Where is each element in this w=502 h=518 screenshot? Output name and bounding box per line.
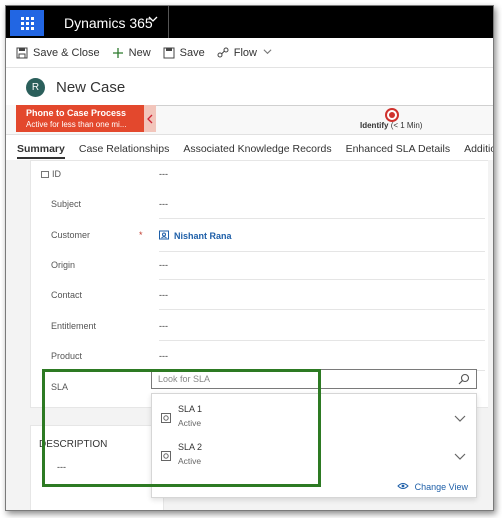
chevron-down-icon[interactable] [454, 448, 466, 460]
eye-icon [396, 482, 409, 492]
customer-input[interactable]: Nishant Rana [159, 230, 485, 252]
flow-button[interactable]: Flow [217, 47, 272, 59]
id-label: ID [41, 169, 61, 179]
field-id: ID --- [31, 161, 489, 191]
contact-card-icon [159, 230, 169, 242]
entitlement-label: Entitlement [51, 321, 97, 331]
process-collapse-button[interactable] [144, 105, 156, 132]
stage-label[interactable]: Identify (< 1 Min) [360, 121, 422, 130]
flow-icon [217, 47, 229, 59]
origin-input[interactable]: --- [159, 260, 485, 280]
field-customer: Customer * Nishant Rana [31, 222, 489, 252]
save-close-label: Save & Close [33, 46, 100, 59]
form-scrollbar[interactable] [488, 160, 492, 510]
nav-divider [168, 6, 169, 38]
process-status: Active for less than one mi... [26, 120, 127, 129]
record-avatar: R [26, 78, 45, 97]
chevron-left-icon [147, 114, 153, 123]
contact-label: Contact [51, 290, 83, 300]
product-input[interactable]: --- [159, 351, 485, 371]
id-icon [41, 170, 49, 178]
product-label: Product [51, 351, 83, 361]
app-title[interactable]: Dynamics 365 [64, 15, 153, 31]
record-header: R New Case [6, 69, 493, 105]
contact-input[interactable]: --- [159, 290, 485, 310]
field-subject: Subject --- [31, 191, 489, 221]
id-value: --- [159, 169, 168, 179]
customer-value: Nishant Rana [174, 231, 232, 241]
field-contact: Contact --- [31, 282, 489, 312]
subject-label: Subject [51, 199, 82, 209]
tab-case-relationships[interactable]: Case Relationships [72, 143, 176, 159]
save-button[interactable]: Save [163, 47, 205, 59]
save-icon [163, 47, 175, 59]
business-process-flow: Phone to Case Process Active for less th… [6, 105, 493, 135]
annotation-highlight-box [42, 369, 321, 487]
flow-label: Flow [233, 46, 257, 59]
waffle-icon [20, 16, 34, 30]
search-icon[interactable] [458, 373, 470, 385]
new-label: New [128, 46, 151, 59]
field-entitlement: Entitlement --- [31, 313, 489, 343]
change-view-label: Change View [414, 482, 468, 492]
customer-link[interactable]: Nishant Rana [159, 230, 232, 242]
stage-indicator-icon[interactable] [385, 108, 399, 122]
app-window: Dynamics 365 Save & Close New Save Flow … [5, 5, 494, 511]
chevron-down-icon[interactable] [454, 410, 466, 422]
origin-label: Origin [51, 260, 76, 270]
process-name: Phone to Case Process [26, 108, 127, 118]
tab-summary[interactable]: Summary [6, 143, 72, 159]
subject-input[interactable]: --- [159, 199, 485, 219]
command-bar: Save & Close New Save Flow [6, 38, 493, 68]
required-marker: * [139, 230, 143, 240]
field-origin: Origin --- [31, 252, 489, 282]
tab-associated-knowledge-records[interactable]: Associated Knowledge Records [176, 143, 338, 159]
process-track [156, 105, 493, 106]
form-tabs: Summary Case Relationships Associated Kn… [6, 135, 493, 159]
chevron-down-icon [263, 47, 272, 58]
top-nav-bar: Dynamics 365 [6, 6, 493, 38]
entitlement-input[interactable]: --- [159, 321, 485, 341]
new-button[interactable]: New [112, 47, 151, 59]
process-flyout[interactable]: Phone to Case Process Active for less th… [16, 105, 144, 132]
tab-enhanced-sla-details[interactable]: Enhanced SLA Details [339, 143, 458, 159]
chevron-down-icon[interactable] [148, 14, 158, 27]
save-close-icon [16, 47, 28, 59]
stage-name: Identify [360, 121, 389, 130]
stage-duration: (< 1 Min) [390, 121, 423, 130]
page-title: New Case [56, 79, 126, 96]
save-label: Save [179, 46, 205, 59]
plus-icon [112, 47, 124, 59]
save-close-button[interactable]: Save & Close [16, 47, 100, 59]
app-launcher-button[interactable] [10, 10, 44, 36]
change-view-link[interactable]: Change View [396, 482, 468, 492]
customer-label: Customer [51, 230, 91, 240]
tab-additional-details[interactable]: Additional Details [457, 143, 493, 159]
